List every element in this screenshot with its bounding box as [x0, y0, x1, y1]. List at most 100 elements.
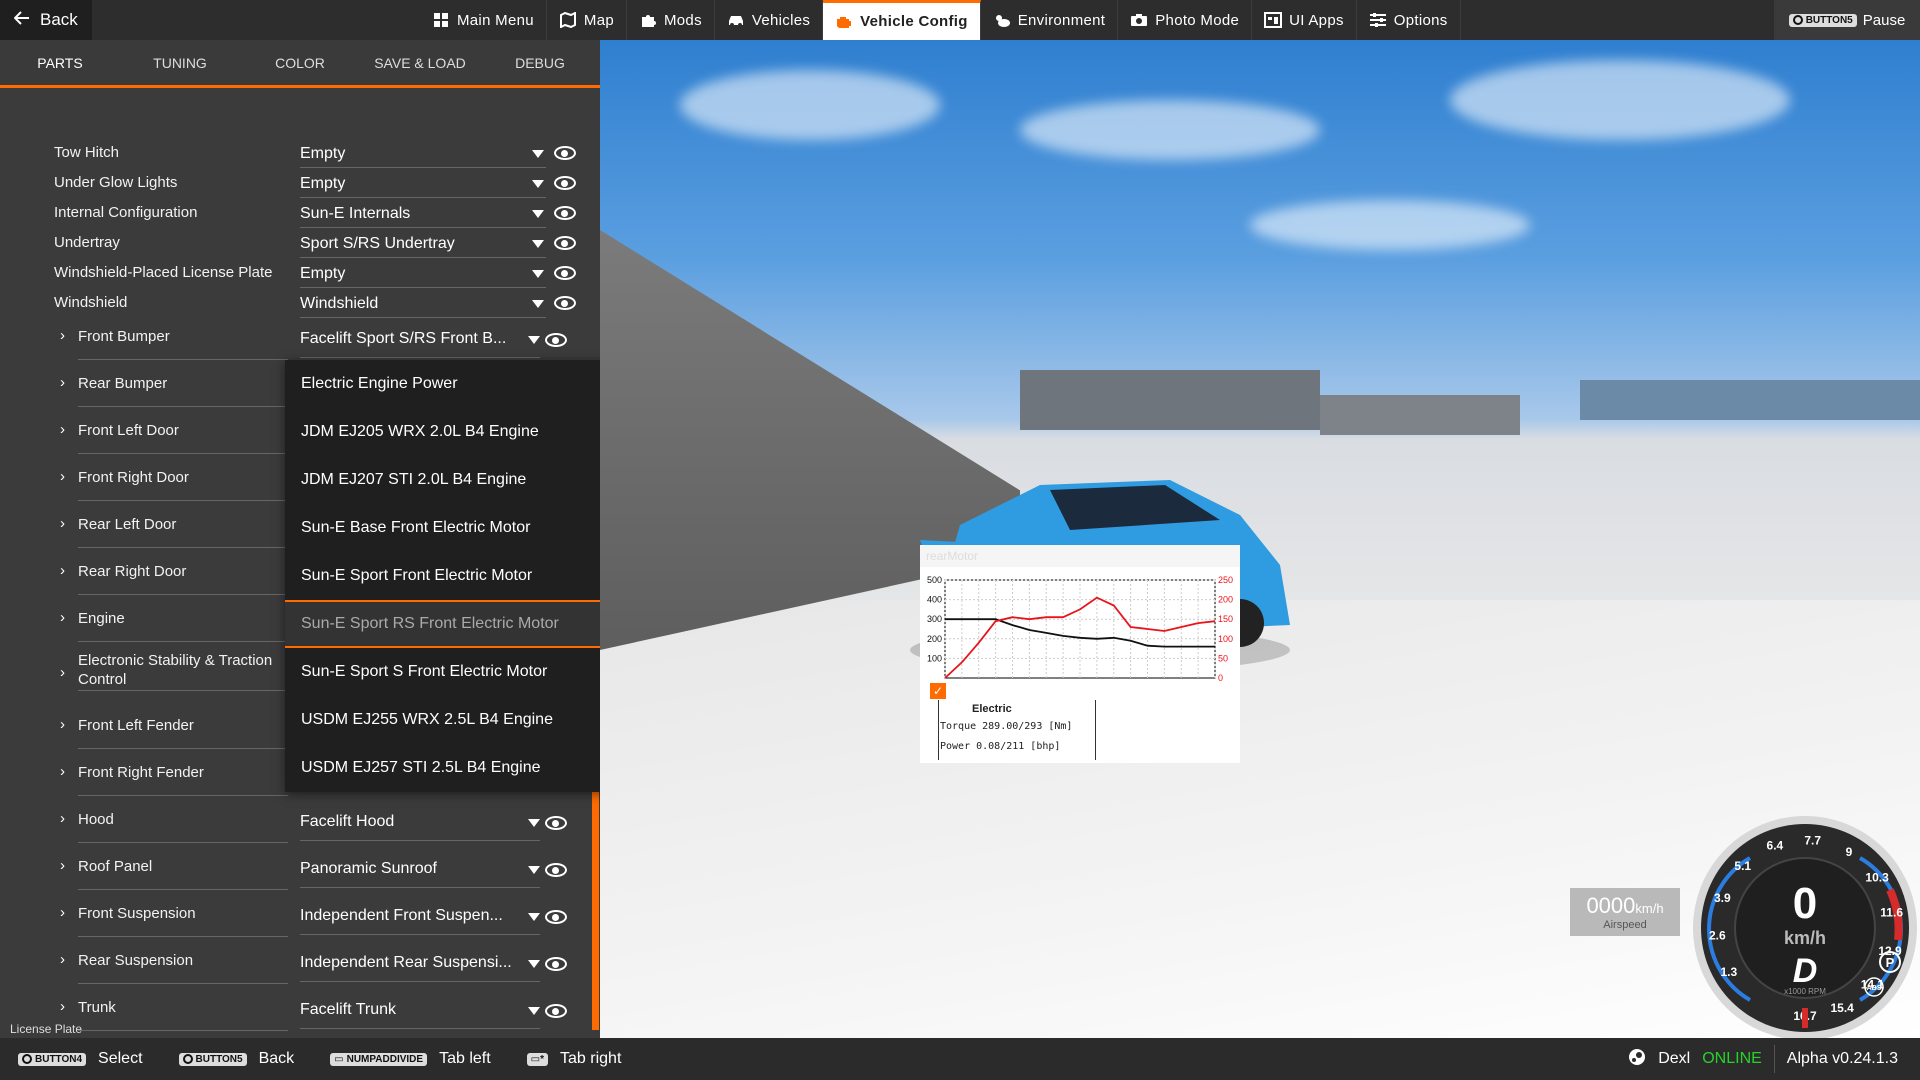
nav-photo-mode[interactable]: Photo Mode — [1118, 0, 1253, 40]
pause-button[interactable]: BUTTON5 Pause — [1774, 0, 1920, 40]
tab-debug[interactable]: DEBUG — [480, 40, 600, 85]
part-value: Empty — [300, 265, 346, 282]
nav-map[interactable]: Map — [547, 0, 627, 40]
hint-tab-right[interactable]: ▭* Tab right — [526, 1050, 621, 1068]
chevron-right-icon: › — [60, 468, 65, 485]
eye-icon[interactable] — [545, 1004, 567, 1018]
tab-tuning[interactable]: TUNING — [120, 40, 240, 85]
rpm-tick-label: 15.4 — [1831, 1001, 1855, 1015]
part-label: Tow Hitch — [54, 144, 120, 161]
part-select[interactable]: Empty — [300, 172, 546, 198]
nav-label: Main Menu — [457, 11, 534, 29]
chevron-right-icon: › — [60, 664, 65, 681]
airspeed-value: 0000 — [1586, 893, 1636, 918]
dropdown-option[interactable]: Electric Engine Power — [285, 360, 600, 408]
engine-dropdown[interactable]: Electric Engine Power JDM EJ205 WRX 2.0L… — [285, 360, 600, 792]
y-tick-right: 50 — [1218, 653, 1228, 663]
dropdown-option[interactable]: Sun-E Sport Front Electric Motor — [285, 552, 600, 600]
eye-icon[interactable] — [554, 236, 576, 250]
nav-mods[interactable]: Mods — [627, 0, 715, 40]
part-row[interactable]: Tow Hitch Empty — [0, 138, 580, 168]
eye-icon[interactable] — [554, 266, 576, 280]
eye-icon[interactable] — [554, 146, 576, 160]
controller-key-badge: ▭* — [526, 1052, 549, 1066]
speed-unit: km/h — [1784, 928, 1826, 948]
part-group-row[interactable]: › Trunk Facelift Trunk — [0, 984, 580, 1031]
abs-indicator-label: ABS — [1867, 985, 1882, 992]
cloud — [680, 70, 940, 140]
part-label: Under Glow Lights — [54, 174, 178, 191]
version-label: Alpha v0.24.1.3 — [1786, 1050, 1898, 1067]
part-group-row[interactable]: › Rear Suspension Independent Rear Suspe… — [0, 937, 580, 984]
part-group-row[interactable]: › Roof Panel Panoramic Sunroof — [0, 843, 580, 890]
distant-structure — [1580, 380, 1920, 420]
apps-icon — [1264, 11, 1283, 29]
tab-save-load[interactable]: SAVE & LOAD — [360, 40, 480, 85]
eye-icon[interactable] — [554, 176, 576, 190]
part-select[interactable]: Independent Front Suspen... — [300, 905, 540, 935]
part-value: Empty — [300, 145, 346, 162]
pause-label: Pause — [1862, 11, 1906, 29]
chevron-down-icon — [528, 913, 540, 921]
eye-icon[interactable] — [554, 296, 576, 310]
tab-parts[interactable]: PARTS — [0, 40, 120, 85]
torque-curve-app[interactable]: rearMotor 500 400 300 200 100 250 200 150 100 50 0… — [920, 545, 1240, 763]
part-group-row[interactable]: › Front Bumper Facelift Sport S/RS Front… — [0, 313, 580, 360]
dropdown-option[interactable]: USDM EJ255 WRX 2.5L B4 Engine — [285, 696, 600, 744]
part-group-row[interactable]: › Hood Facelift Hood — [0, 796, 580, 843]
chevron-right-icon: › — [60, 810, 65, 827]
dropdown-option[interactable]: Sun-E Base Front Electric Motor — [285, 504, 600, 552]
part-value: Facelift Hood — [300, 813, 395, 830]
back-button[interactable]: Back — [0, 0, 92, 40]
tab-color[interactable]: COLOR — [240, 40, 360, 85]
part-select[interactable]: Empty — [300, 262, 546, 288]
y-tick-left: 200 — [927, 634, 942, 644]
nav-main-menu[interactable]: Main Menu — [420, 0, 547, 40]
part-select[interactable]: Independent Rear Suspensi... — [300, 952, 540, 982]
dropdown-option-selected[interactable]: Sun-E Sport RS Front Electric Motor — [285, 600, 600, 648]
part-select[interactable]: Sport S/RS Undertray — [300, 232, 546, 258]
dropdown-option[interactable]: Sun-E Sport S Front Electric Motor — [285, 648, 600, 696]
eye-icon[interactable] — [545, 333, 567, 347]
part-select[interactable]: Sun-E Internals — [300, 202, 546, 228]
part-row[interactable]: Undertray Sport S/RS Undertray — [0, 228, 580, 258]
dropdown-option[interactable]: JDM EJ205 WRX 2.0L B4 Engine — [285, 408, 600, 456]
part-select[interactable]: Empty — [300, 142, 546, 168]
chevron-down-icon — [532, 150, 544, 158]
part-select[interactable]: Facelift Sport S/RS Front B... — [300, 328, 540, 358]
part-group-row[interactable]: › Front Suspension Independent Front Sus… — [0, 890, 580, 937]
nav-ui-apps[interactable]: UI Apps — [1252, 0, 1357, 40]
chevron-right-icon: › — [60, 904, 65, 921]
eye-icon[interactable] — [545, 816, 567, 830]
nav-vehicle-config[interactable]: Vehicle Config — [823, 0, 981, 40]
hint-label: Back — [258, 1050, 295, 1067]
eye-icon[interactable] — [545, 863, 567, 877]
part-select[interactable]: Facelift Trunk — [300, 999, 540, 1029]
eye-icon[interactable] — [545, 910, 567, 924]
keyboard-icon: ▭* — [530, 1053, 545, 1065]
status-area: Dexl ONLINE Alpha v0.24.1.3 — [1628, 1038, 1898, 1080]
part-group-label: Electronic Stability & Traction Control — [78, 651, 288, 691]
hint-tab-left[interactable]: ▭ NUMPADDIVIDE Tab left — [330, 1050, 491, 1068]
part-group-label: Roof Panel — [78, 857, 288, 890]
nav-vehicles[interactable]: Vehicles — [715, 0, 824, 40]
checkbox-icon[interactable]: ✓ — [930, 683, 946, 699]
part-row[interactable]: Internal Configuration Sun-E Internals — [0, 198, 580, 228]
nav-options[interactable]: Options — [1357, 0, 1461, 40]
y-tick-right: 150 — [1218, 614, 1233, 624]
eye-icon[interactable] — [545, 957, 567, 971]
puzzle-icon — [639, 11, 657, 29]
dropdown-option[interactable]: USDM EJ257 STI 2.5L B4 Engine — [285, 744, 600, 792]
part-select[interactable]: Panoramic Sunroof — [300, 858, 540, 888]
map-icon — [559, 11, 577, 29]
part-row[interactable]: Windshield-Placed License Plate Empty — [0, 258, 580, 288]
nav-environment[interactable]: Environment — [981, 0, 1119, 40]
part-select[interactable]: Facelift Hood — [300, 811, 540, 841]
dropdown-option[interactable]: JDM EJ207 STI 2.0L B4 Engine — [285, 456, 600, 504]
eye-icon[interactable] — [554, 206, 576, 220]
torque-readout: Torque 289.00/293 [Nm] — [940, 721, 1073, 732]
hint-back[interactable]: BUTTON5 Back — [178, 1050, 295, 1068]
distant-building — [1020, 370, 1320, 430]
hint-select[interactable]: BUTTON4 Select — [18, 1050, 143, 1068]
part-row[interactable]: Under Glow Lights Empty — [0, 168, 580, 198]
